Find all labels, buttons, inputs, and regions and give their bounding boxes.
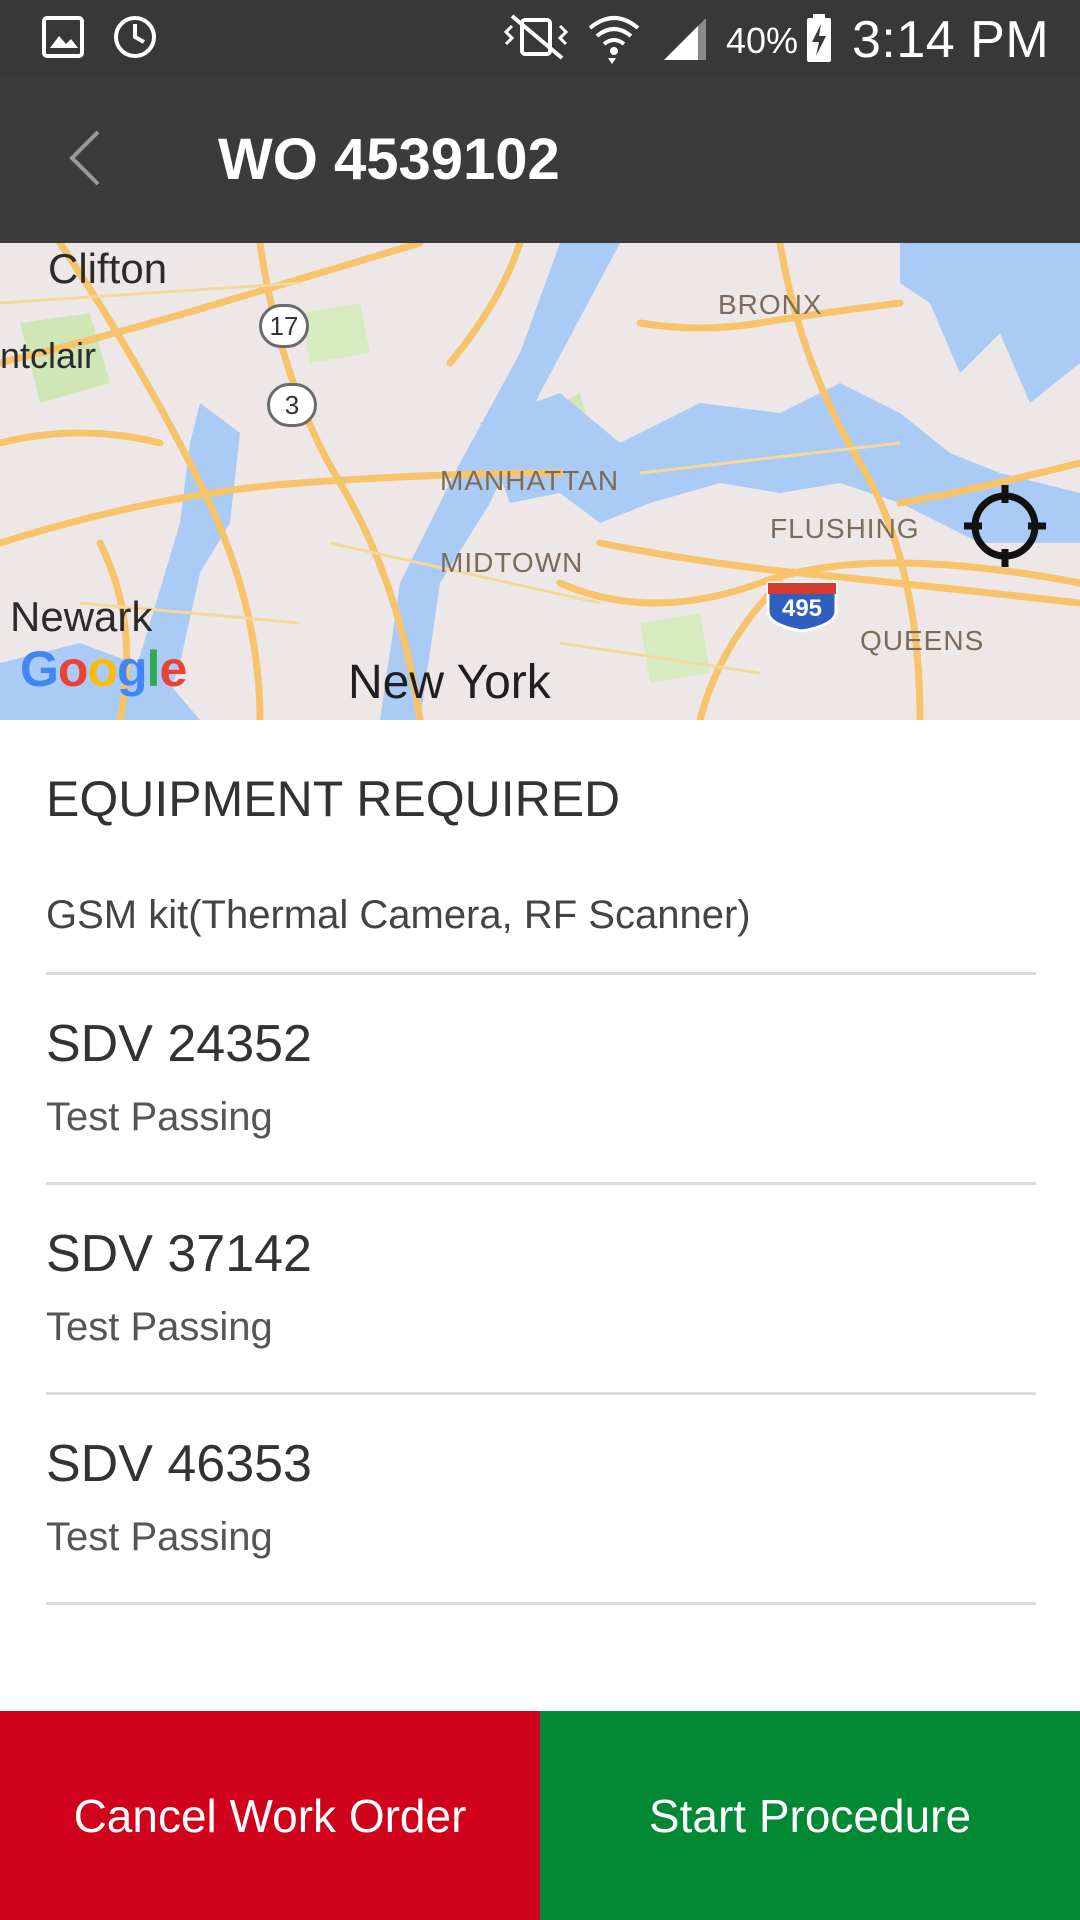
back-button[interactable] [52,118,132,198]
app-bar: WO 4539102 [0,78,1080,243]
route-3-shield: 3 [267,383,317,427]
sync-icon [114,16,156,58]
interstate-495-shield: 495 [766,581,838,633]
chevron-left-icon [69,130,100,186]
device-name: SDV 46353 [46,1435,312,1493]
battery-charging-icon [807,14,831,62]
divider [46,1182,1036,1185]
device-status: Test Passing [46,1515,273,1559]
start-procedure-button[interactable]: Start Procedure [540,1711,1080,1920]
status-time: 3:14 PM [852,11,1050,69]
equipment-heading: EQUIPMENT REQUIRED [46,771,621,827]
google-logo: Google [20,641,187,697]
status-bar: 40% 3:14 PM [0,0,1080,78]
map-view[interactable]: Clifton ntclair BRONX MANHATTAN MIDTOWN … [0,243,1080,720]
wifi-icon [588,16,640,64]
route-17-shield: 17 [259,304,309,348]
device-status: Test Passing [46,1305,273,1349]
action-bar: Cancel Work Order Start Procedure [0,1711,1080,1920]
battery-percent: 40% [726,20,799,61]
crosshair-icon [964,485,1046,567]
divider [46,1392,1036,1395]
page-title: WO 4539102 [218,127,560,192]
map-label-bronx: BRONX [718,289,823,320]
device-name: SDV 37142 [46,1225,312,1283]
equipment-description: GSM kit(Thermal Camera, RF Scanner) [46,893,751,937]
device-item[interactable]: SDV 24352 Test Passing [0,1014,1080,1224]
device-status: Test Passing [46,1095,273,1139]
divider [46,972,1036,975]
map-label-new-york: New York [348,656,551,709]
map-label-flushing: FLUSHING [770,513,920,544]
map-label-newark: Newark [10,593,153,640]
map-label-montclair: ntclair [0,335,97,376]
device-item[interactable]: SDV 37142 Test Passing [0,1224,1080,1434]
locate-button[interactable] [962,483,1048,569]
divider [46,1602,1036,1605]
gallery-icon [42,16,84,58]
map-label-queens: QUEENS [860,625,985,656]
device-name: SDV 24352 [46,1015,312,1073]
map-label-clifton: Clifton [48,245,168,292]
map-label-manhattan: MANHATTAN [440,465,620,496]
vibrate-icon [503,14,569,60]
device-item[interactable]: SDV 46353 Test Passing [0,1434,1080,1644]
signal-icon [664,18,706,60]
cancel-work-order-button[interactable]: Cancel Work Order [0,1711,540,1920]
interstate-495-label: 495 [781,595,823,622]
map-label-midtown: MIDTOWN [440,547,584,578]
